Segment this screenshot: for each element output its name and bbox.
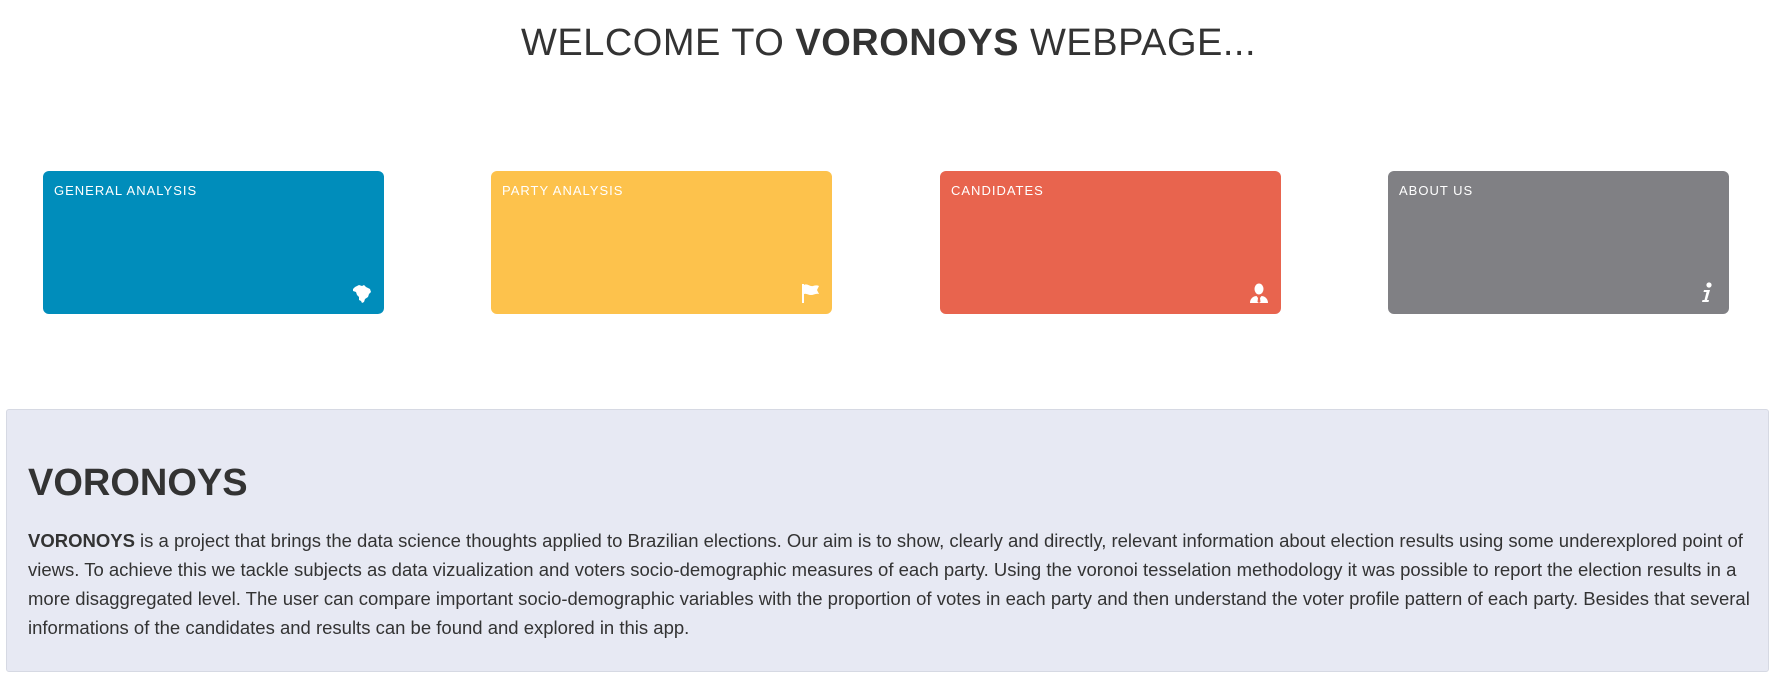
tile-label: ABOUT US xyxy=(1399,183,1474,198)
welcome-suffix: WEBPAGE... xyxy=(1018,22,1257,64)
about-panel: VORONOYS VORONOYS is a project that brin… xyxy=(6,409,1769,672)
tile-candidates[interactable]: CANDIDATES xyxy=(940,171,1281,314)
tile-general-analysis[interactable]: GENERAL ANALYSIS xyxy=(43,171,384,314)
tile-label: CANDIDATES xyxy=(951,183,1044,198)
user-tie-icon xyxy=(1250,283,1268,303)
tile-about-us[interactable]: ABOUT US xyxy=(1388,171,1729,314)
welcome-brand: VORONOYS xyxy=(795,22,1019,64)
welcome-prefix: WELCOME TO xyxy=(520,22,796,64)
tile-label: GENERAL ANALYSIS xyxy=(54,183,198,198)
about-description: VORONOYS is a project that brings the da… xyxy=(28,526,1753,642)
page: WELCOME TO VORONOYS WEBPAGE... GENERAL A… xyxy=(0,0,1777,697)
nav-tiles: GENERAL ANALYSIS PARTY ANALYSIS CANDIDAT… xyxy=(43,171,1733,314)
info-icon xyxy=(1702,282,1712,302)
about-text-brand: VORONOYS xyxy=(28,530,135,551)
tile-label: PARTY ANALYSIS xyxy=(502,183,624,198)
flag-icon xyxy=(802,284,819,303)
about-text-body: is a project that brings the data scienc… xyxy=(28,530,1750,638)
welcome-heading: WELCOME TO VORONOYS WEBPAGE... xyxy=(0,22,1777,65)
about-title: VORONOYS xyxy=(28,462,248,504)
brazil-map-icon xyxy=(353,285,371,303)
tile-party-analysis[interactable]: PARTY ANALYSIS xyxy=(491,171,832,314)
